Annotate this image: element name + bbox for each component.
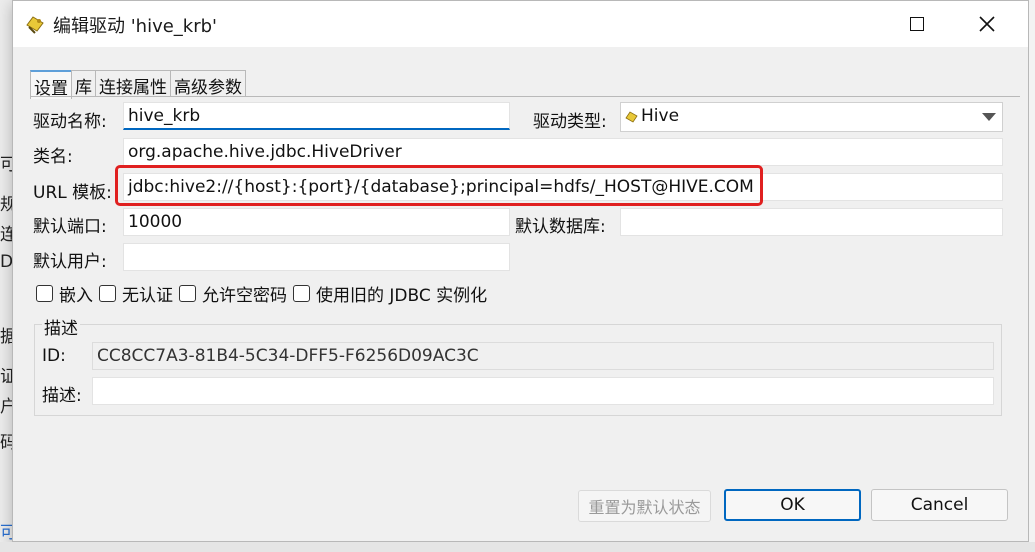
default-port-label: 默认端口: xyxy=(33,217,107,237)
background-window-edge xyxy=(0,542,1035,552)
checkbox-box[interactable] xyxy=(293,284,310,302)
default-port-input[interactable]: 10000 xyxy=(123,208,510,236)
driver-icon xyxy=(26,16,44,34)
default-user-label: 默认用户: xyxy=(33,252,107,272)
background-window-fragment: 可 xyxy=(0,523,12,543)
description-label: 描述: xyxy=(42,386,82,406)
embedded-checkbox[interactable]: 嵌入 xyxy=(36,281,93,306)
checkbox-box[interactable] xyxy=(99,284,116,302)
allow-empty-password-checkbox[interactable]: 允许空密码 xyxy=(179,281,287,306)
ok-button[interactable]: OK xyxy=(724,489,861,521)
driver-name-label: 驱动名称: xyxy=(33,112,107,132)
description-input[interactable] xyxy=(92,377,994,405)
background-window-fragment: 规 xyxy=(0,195,12,215)
url-template-label: URL 模板: xyxy=(33,183,112,203)
window-title: 编辑驱动 'hive_krb' xyxy=(53,16,218,37)
checkbox-label: 无认证 xyxy=(122,285,173,306)
class-name-label: 类名: xyxy=(33,147,73,167)
checkbox-label: 使用旧的 JDBC 实例化 xyxy=(316,285,488,306)
driver-type-label: 驱动类型: xyxy=(533,112,607,132)
title-bar[interactable]: 编辑驱动 'hive_krb' xyxy=(13,1,1028,47)
checkbox-label: 允许空密码 xyxy=(202,285,287,306)
background-window-edge xyxy=(1029,0,1035,552)
cancel-button[interactable]: Cancel xyxy=(871,489,1008,521)
background-window-fragment: 连 xyxy=(0,225,12,245)
class-name-input[interactable]: org.apache.hive.jdbc.HiveDriver xyxy=(123,138,1003,166)
maximize-button[interactable] xyxy=(885,1,949,47)
edit-driver-dialog: 编辑驱动 'hive_krb' 设置 库 连接属性 高级参数 驱动名称: hiv… xyxy=(12,0,1029,542)
close-button[interactable] xyxy=(955,1,1019,47)
default-database-label: 默认数据库: xyxy=(515,217,606,237)
id-value-field[interactable]: CC8CC7A3-81B4-5C34-DFF5-F6256D09AC3C xyxy=(92,342,994,370)
default-database-input[interactable] xyxy=(620,208,1003,236)
checkbox-label: 嵌入 xyxy=(59,285,93,306)
checkbox-box[interactable] xyxy=(36,284,53,302)
driver-name-input[interactable]: hive_krb xyxy=(123,102,510,130)
tab-connection-properties[interactable]: 连接属性 xyxy=(95,70,171,98)
url-template-input[interactable]: jdbc:hive2://{host}:{port}/{database};pr… xyxy=(123,173,1003,201)
default-user-input[interactable] xyxy=(123,243,510,271)
background-window-fragment: 可 xyxy=(0,155,12,175)
reset-to-default-button[interactable]: 重置为默认状态 xyxy=(578,490,711,522)
close-icon xyxy=(979,16,995,32)
tab-panel-divider xyxy=(30,96,1020,97)
background-window-fragment: 码 xyxy=(0,433,12,453)
maximize-icon xyxy=(910,17,924,31)
no-auth-checkbox[interactable]: 无认证 xyxy=(99,281,173,306)
tab-bar: 设置 库 连接属性 高级参数 xyxy=(30,70,246,99)
background-window-fragment: DI xyxy=(0,252,12,272)
driver-type-select[interactable]: Hive xyxy=(620,102,1003,132)
tab-libraries[interactable]: 库 xyxy=(71,70,96,98)
legacy-jdbc-instantiation-checkbox[interactable]: 使用旧的 JDBC 实例化 xyxy=(293,281,487,306)
hive-icon xyxy=(625,111,638,123)
id-label: ID: xyxy=(42,346,66,366)
checkbox-box[interactable] xyxy=(179,284,196,302)
description-group-title: 描述 xyxy=(42,314,80,339)
chevron-down-icon[interactable] xyxy=(976,103,1002,131)
driver-type-value: Hive xyxy=(641,106,680,126)
option-checkboxes: 嵌入 无认证 允许空密码 使用旧的 JDBC 实例化 xyxy=(36,281,493,306)
background-window-fragment: 证 xyxy=(0,367,12,387)
tab-advanced-parameters[interactable]: 高级参数 xyxy=(170,70,246,98)
background-window-fragment: 据 xyxy=(0,327,12,347)
tab-settings[interactable]: 设置 xyxy=(30,70,72,99)
background-window-fragment: 户 xyxy=(0,397,12,417)
